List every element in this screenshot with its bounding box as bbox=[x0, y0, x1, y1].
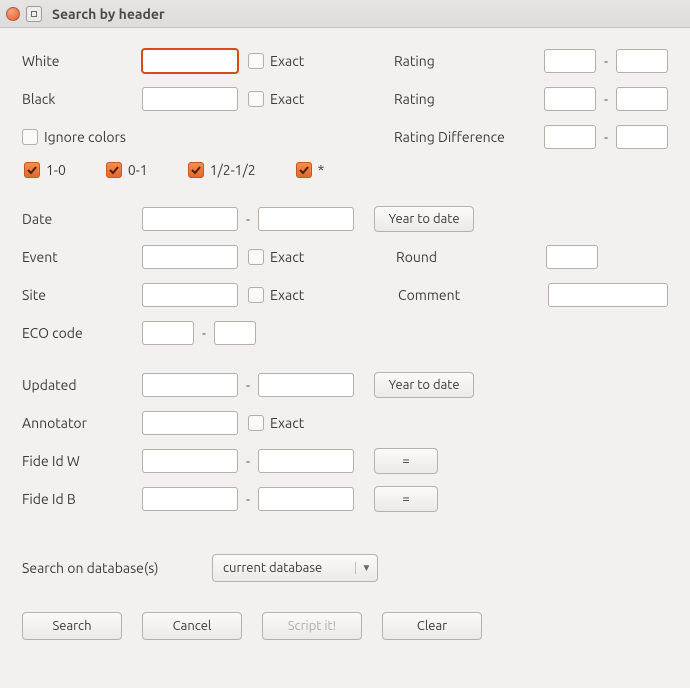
result-draw-checkbox[interactable] bbox=[188, 162, 204, 178]
exact-white-label: Exact bbox=[270, 53, 304, 69]
dialog-content: White Exact Rating - Black Exact Rating … bbox=[0, 28, 690, 660]
result-0-1-label: 0-1 bbox=[128, 162, 148, 178]
dash: - bbox=[202, 325, 206, 341]
dash: - bbox=[604, 91, 608, 107]
fide-b-eq-button[interactable]: = bbox=[374, 486, 438, 512]
exact-annotator-label: Exact bbox=[270, 415, 304, 431]
result-1-0-checkbox[interactable] bbox=[24, 162, 40, 178]
dash: - bbox=[246, 491, 250, 507]
year-to-date-button[interactable]: Year to date bbox=[374, 206, 474, 232]
white-rating-hi-input[interactable] bbox=[616, 49, 668, 73]
fide-w-hi-input[interactable] bbox=[258, 449, 354, 473]
label-eco: ECO code bbox=[22, 325, 142, 341]
label-white-rating: Rating bbox=[394, 53, 544, 69]
result-star-label: * bbox=[318, 162, 325, 178]
dash: - bbox=[604, 129, 608, 145]
clear-button[interactable]: Clear bbox=[382, 612, 482, 640]
label-white: White bbox=[22, 53, 142, 69]
annotator-input[interactable] bbox=[142, 411, 238, 435]
label-round: Round bbox=[396, 249, 546, 265]
exact-event-label: Exact bbox=[270, 249, 304, 265]
label-event: Event bbox=[22, 249, 142, 265]
dash: - bbox=[604, 53, 608, 69]
date-lo-input[interactable] bbox=[142, 207, 238, 231]
black-input[interactable] bbox=[142, 87, 238, 111]
fide-w-eq-button[interactable]: = bbox=[374, 448, 438, 474]
white-rating-lo-input[interactable] bbox=[544, 49, 596, 73]
label-site: Site bbox=[22, 287, 142, 303]
exact-site-label: Exact bbox=[270, 287, 304, 303]
exact-black-label: Exact bbox=[270, 91, 304, 107]
script-it-button[interactable]: Script it! bbox=[262, 612, 362, 640]
label-black: Black bbox=[22, 91, 142, 107]
dash: - bbox=[246, 453, 250, 469]
comment-input[interactable] bbox=[548, 283, 668, 307]
restore-icon[interactable] bbox=[26, 6, 42, 22]
result-1-0-label: 1-0 bbox=[46, 162, 66, 178]
exact-annotator-checkbox[interactable] bbox=[248, 415, 264, 431]
updated-lo-input[interactable] bbox=[142, 373, 238, 397]
label-date: Date bbox=[22, 211, 142, 227]
black-rating-lo-input[interactable] bbox=[544, 87, 596, 111]
rating-diff-hi-input[interactable] bbox=[616, 125, 668, 149]
fide-b-lo-input[interactable] bbox=[142, 487, 238, 511]
eco-lo-input[interactable] bbox=[142, 321, 194, 345]
result-0-1-checkbox[interactable] bbox=[106, 162, 122, 178]
dash: - bbox=[246, 211, 250, 227]
result-star-checkbox[interactable] bbox=[296, 162, 312, 178]
fide-w-lo-input[interactable] bbox=[142, 449, 238, 473]
rating-diff-lo-input[interactable] bbox=[544, 125, 596, 149]
close-icon[interactable] bbox=[6, 7, 20, 21]
label-updated: Updated bbox=[22, 377, 142, 393]
fide-b-hi-input[interactable] bbox=[258, 487, 354, 511]
result-draw-label: 1/2-1/2 bbox=[210, 162, 256, 178]
event-input[interactable] bbox=[142, 245, 238, 269]
titlebar: Search by header bbox=[0, 0, 690, 28]
dash: - bbox=[246, 377, 250, 393]
white-input[interactable] bbox=[142, 49, 238, 73]
exact-black-checkbox[interactable] bbox=[248, 91, 264, 107]
label-search-on-db: Search on database(s) bbox=[22, 560, 212, 576]
exact-white-checkbox[interactable] bbox=[248, 53, 264, 69]
round-input[interactable] bbox=[546, 245, 598, 269]
site-input[interactable] bbox=[142, 283, 238, 307]
label-annotator: Annotator bbox=[22, 415, 142, 431]
label-ignore-colors: Ignore colors bbox=[44, 129, 126, 145]
exact-event-checkbox[interactable] bbox=[248, 249, 264, 265]
label-comment: Comment bbox=[398, 287, 548, 303]
database-select-value: current database bbox=[213, 561, 355, 575]
date-hi-input[interactable] bbox=[258, 207, 354, 231]
chevron-down-icon: ▼ bbox=[355, 562, 377, 574]
label-rating-diff: Rating Difference bbox=[394, 129, 544, 145]
updated-hi-input[interactable] bbox=[258, 373, 354, 397]
window-title: Search by header bbox=[52, 6, 165, 22]
cancel-button[interactable]: Cancel bbox=[142, 612, 242, 640]
year-to-date-updated-button[interactable]: Year to date bbox=[374, 372, 474, 398]
exact-site-checkbox[interactable] bbox=[248, 287, 264, 303]
search-button[interactable]: Search bbox=[22, 612, 122, 640]
database-select[interactable]: current database ▼ bbox=[212, 554, 378, 582]
label-black-rating: Rating bbox=[394, 91, 544, 107]
eco-hi-input[interactable] bbox=[214, 321, 256, 345]
label-fide-b: Fide Id B bbox=[22, 491, 142, 507]
black-rating-hi-input[interactable] bbox=[616, 87, 668, 111]
ignore-colors-checkbox[interactable] bbox=[22, 129, 38, 145]
label-fide-w: Fide Id W bbox=[22, 453, 142, 469]
